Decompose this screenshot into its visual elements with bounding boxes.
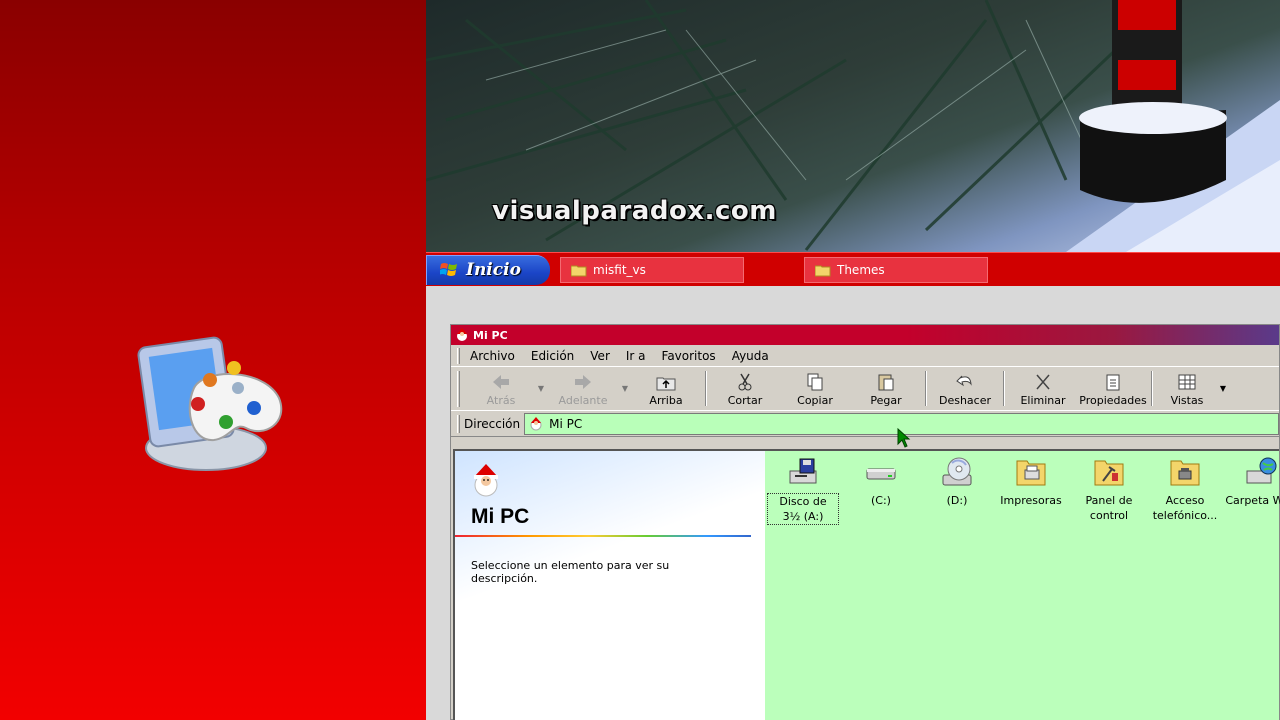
standard-toolbar: Atrás ▼ Adelante ▼ Arriba Cortar Copiar … [451,367,1279,411]
item-label: (C:) [871,494,891,507]
forward-label: Adelante [558,394,608,407]
menu-ver[interactable]: Ver [590,349,610,363]
taskbar-button-misfit-vs[interactable]: misfit_vs [560,257,744,283]
printers-folder-icon [1016,460,1046,486]
content-area: Mi PC Seleccione un elemento para ver su… [453,449,1280,720]
menu-ir-a[interactable]: Ir a [626,349,646,363]
desktop-wallpaper: visualparadox.com [426,0,1280,252]
item-label: Acceso telefónico... [1152,494,1218,522]
up-folder-icon [656,377,676,391]
webview-description: Seleccione un elemento para ver su descr… [471,559,670,585]
cut-label: Cortar [727,394,763,407]
item-label: Carpeta Web [1225,494,1280,507]
toolbar-separator [1151,371,1153,406]
back-arrow-icon [493,375,509,389]
properties-icon [1106,374,1120,391]
item-web-folder[interactable]: Carpeta Web [1225,455,1280,508]
item-dialup[interactable]: Acceso telefónico... [1149,455,1221,523]
menu-favoritos[interactable]: Favoritos [662,349,716,363]
santa-icon [530,416,542,430]
toolbar-separator [1003,371,1005,406]
paste-label: Pegar [870,394,902,407]
web-folder-icon [1246,457,1277,484]
cut-button[interactable]: Cortar [710,367,780,410]
webview-panel: Mi PC Seleccione un elemento para ver su… [455,451,765,720]
control-panel-folder-icon [1094,460,1124,486]
address-label: Dirección [464,416,521,431]
toolbar-separator [925,371,927,406]
menu-archivo[interactable]: Archivo [470,349,515,363]
views-grid-icon [1178,374,1196,390]
back-label: Atrás [486,394,516,407]
taskbar-button-themes[interactable]: Themes [804,257,988,283]
paste-clipboard-icon [878,374,894,391]
forward-dropdown-arrow[interactable]: ▼ [620,367,630,410]
delete-x-icon [1036,374,1050,390]
menu-grip[interactable] [457,347,460,364]
start-button[interactable]: Inicio [426,255,550,285]
toolbar-separator [705,371,707,406]
views-button[interactable]: Vistas [1156,367,1218,410]
properties-button[interactable]: Propiedades [1078,367,1148,410]
mouse-pointer-icon [897,428,911,448]
watermark-text: visualparadox.com [492,196,777,226]
item-floppy-drive[interactable]: Disco de 3½ (A:) [767,455,839,525]
address-bar: Dirección Mi PC [451,411,1279,437]
toolbar-grip[interactable] [457,371,460,407]
undo-button[interactable]: Deshacer [930,367,1000,410]
cd-drive-icon [942,457,972,486]
views-label: Vistas [1170,394,1204,407]
scissors-icon [738,373,752,391]
webview-title: Mi PC [471,505,530,528]
taskbar-button-label: misfit_vs [593,263,646,277]
taskbar: Inicio misfit_vs Themes [426,252,1280,286]
back-dropdown-arrow[interactable]: ▼ [536,367,546,410]
window-titlebar[interactable]: Mi PC [451,325,1279,345]
forward-arrow-icon [575,375,591,389]
item-label: Impresoras [1000,494,1062,507]
copy-label: Copiar [797,394,833,407]
undo-label: Deshacer [938,394,992,407]
copy-button[interactable]: Copiar [780,367,850,410]
copy-icon [807,373,823,391]
item-label: Disco de 3½ (A:) [767,493,839,525]
menu-bar: Archivo Edición Ver Ir a Favoritos Ayuda [451,345,1279,367]
paste-button[interactable]: Pegar [850,367,922,410]
item-printers[interactable]: Impresoras [995,455,1067,508]
up-label: Arriba [649,394,683,407]
menu-edicion[interactable]: Edición [531,349,574,363]
santa-icon [457,328,467,341]
address-value: Mi PC [549,416,583,431]
menu-ayuda[interactable]: Ayuda [732,349,769,363]
folder-icon [571,265,587,276]
webview-divider [455,535,751,537]
display-properties-palette-icon[interactable] [134,328,286,480]
forward-button[interactable]: Adelante [546,367,620,410]
back-button[interactable]: Atrás [466,367,536,410]
delete-label: Eliminar [1020,394,1066,407]
start-label: Inicio [466,260,521,280]
views-dropdown-arrow[interactable]: ▼ [1218,367,1228,410]
window-title: Mi PC [473,328,508,342]
item-label: Panel de control [1085,494,1133,522]
item-hard-drive-c[interactable]: (C:) [845,455,917,508]
icon-view: Disco de 3½ (A:) (C:) (D:) Impresoras Pa… [765,451,1280,720]
delete-button[interactable]: Eliminar [1008,367,1078,410]
santa-icon [474,464,498,497]
undo-icon [956,375,972,387]
floppy-drive-icon [789,458,817,484]
hard-drive-icon [866,468,896,480]
item-cd-drive-d[interactable]: (D:) [921,455,993,508]
taskbar-button-label: Themes [837,263,885,277]
address-grip[interactable] [457,414,460,433]
item-control-panel[interactable]: Panel de control [1073,455,1145,523]
desktop-left-panel [0,0,426,720]
up-button[interactable]: Arriba [630,367,702,410]
dialup-folder-icon [1170,460,1200,486]
folder-icon [815,265,831,276]
windows-logo-icon [440,263,457,276]
item-label: (D:) [946,494,968,507]
explorer-window: Mi PC Archivo Edición Ver Ir a Favoritos… [450,324,1280,720]
properties-label: Propiedades [1079,394,1147,407]
